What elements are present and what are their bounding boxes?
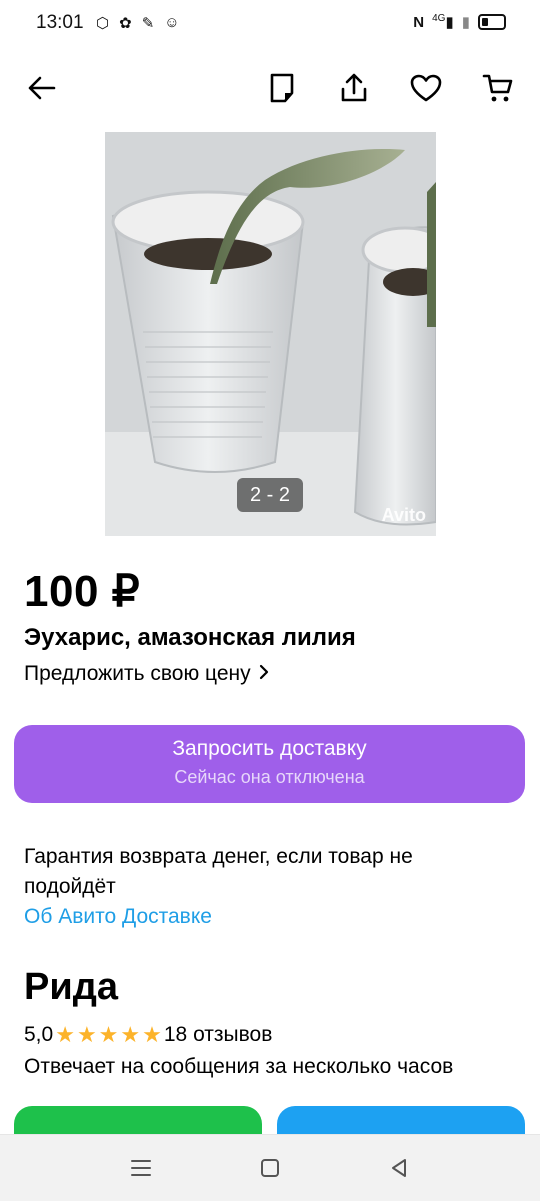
message-button[interactable] (277, 1106, 525, 1134)
system-nav-bar (0, 1134, 540, 1201)
star-icon: ★ (76, 1022, 97, 1047)
delivery-button-sublabel: Сейчас она отключена (174, 767, 365, 787)
about-delivery-link[interactable]: Об Авито Доставке (24, 905, 212, 929)
signal-4g-icon: 4G▮ (432, 13, 454, 31)
photo-counter: 2 - 2 (237, 478, 303, 512)
chevron-right-icon (259, 662, 269, 686)
flower-icon: ✿ (119, 15, 132, 32)
share-icon[interactable] (334, 68, 374, 108)
back-arrow-icon[interactable] (22, 68, 62, 108)
listing-photo[interactable]: Avito (105, 132, 436, 536)
system-icons: N 4G▮ ▮ (413, 13, 506, 31)
signal-icon: ▮ (461, 14, 470, 31)
photo-gallery[interactable]: Avito 2 - 2 (0, 132, 540, 536)
heart-icon[interactable] (406, 68, 446, 108)
seller-name[interactable]: Рида (24, 966, 118, 1009)
home-icon[interactable] (257, 1155, 283, 1181)
listing-title: Эухарис, амазонская лилия (24, 624, 356, 651)
offer-price-link[interactable]: Предложить свою цену (24, 662, 269, 686)
cart-icon[interactable] (478, 68, 518, 108)
status-time: 13:01 (36, 12, 84, 33)
top-toolbar (0, 46, 540, 132)
back-triangle-icon[interactable] (386, 1155, 412, 1181)
contact-buttons (0, 1106, 540, 1134)
star-icon: ★ (98, 1022, 119, 1047)
offer-price-label: Предложить свою цену (24, 662, 251, 685)
notification-icons: ⬡ ✿ ✎ ☺ (96, 14, 180, 32)
nfc-icon: N (413, 13, 425, 31)
request-delivery-button[interactable]: Запросить доставку Сейчас она отключена (14, 725, 525, 803)
response-time: Отвечает на сообщения за несколько часов (24, 1055, 454, 1078)
rating-value: 5,0 (24, 1023, 54, 1046)
cube-icon: ⬡ (96, 15, 110, 32)
status-bar: 13:01 ⬡ ✿ ✎ ☺ N 4G▮ ▮ (0, 0, 540, 46)
seller-rating[interactable]: 5,0 ★ ★ ★ ★ ★ 18 отзывов (24, 1022, 272, 1048)
avito-watermark: Avito (381, 505, 426, 525)
call-button[interactable] (14, 1106, 262, 1134)
reviews-count: 18 отзывов (163, 1023, 273, 1046)
listing-price: 100 ₽ (24, 567, 141, 616)
star-icon: ★ (120, 1022, 141, 1047)
note-icon[interactable] (262, 68, 302, 108)
money-back-guarantee: Гарантия возврата денег, если товар не п… (24, 845, 413, 898)
star-icon: ★ (55, 1022, 75, 1047)
ok-icon: ☺ (164, 14, 180, 31)
pencil-icon: ✎ (141, 15, 155, 32)
star-icon: ★ (142, 1022, 162, 1047)
battery-icon (478, 14, 506, 30)
delivery-button-label: Запросить доставку (172, 737, 367, 760)
menu-icon[interactable] (128, 1155, 154, 1181)
